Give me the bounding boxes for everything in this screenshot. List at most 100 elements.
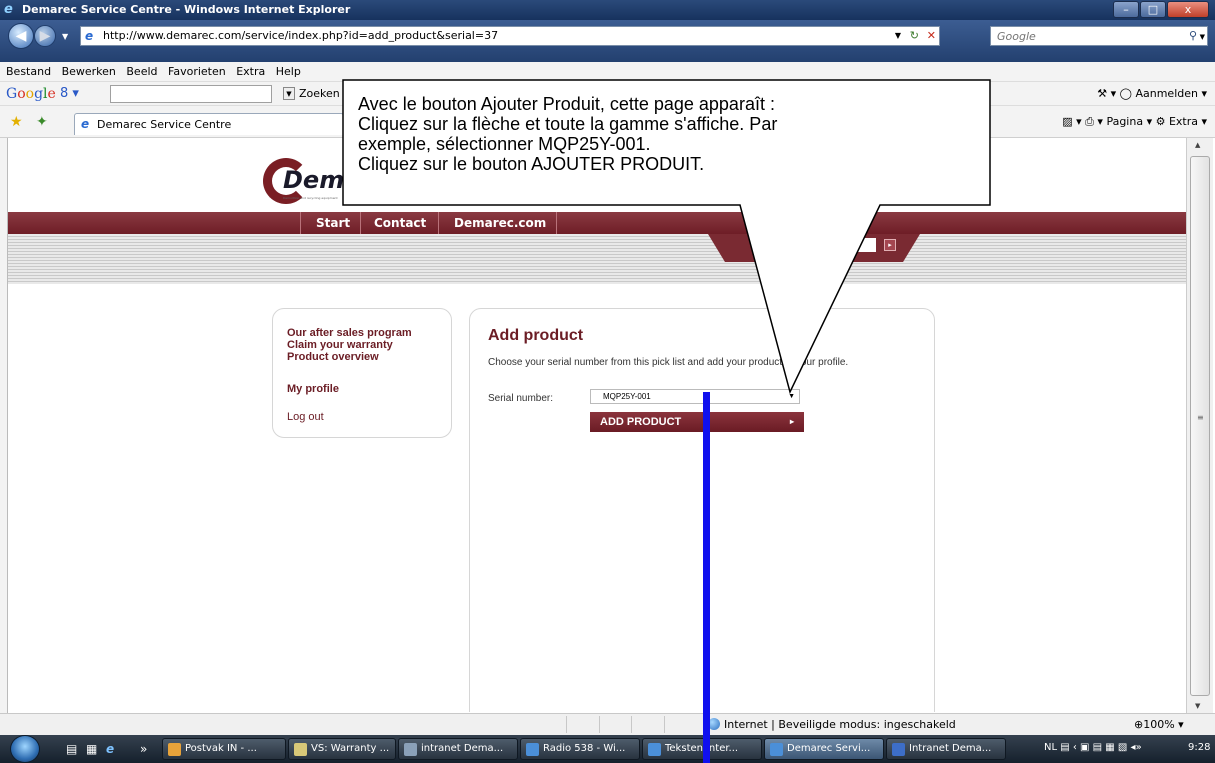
maximize-button[interactable]: □ bbox=[1140, 1, 1166, 18]
tab-demarec-service-centre[interactable]: e Demarec Service Centre bbox=[74, 113, 344, 135]
demarec-logo[interactable]: Demarec Demolition and recycling equipme… bbox=[263, 158, 403, 204]
window-title-bar[interactable]: e Demarec Service Centre - Windows Inter… bbox=[0, 0, 1215, 20]
serial-number-label: Serial number: bbox=[488, 393, 554, 404]
add-favorite-icon[interactable]: ✦ bbox=[36, 114, 48, 130]
web-page: Demarec Demolition and recycling equipme… bbox=[8, 138, 1186, 712]
scroll-down-icon[interactable]: ▼ bbox=[1195, 702, 1200, 710]
word-icon bbox=[892, 743, 905, 756]
search-box[interactable]: ⚲ ▼ bbox=[990, 26, 1208, 46]
taskbar-button-demarec[interactable]: Demarec Servi... bbox=[764, 738, 884, 760]
menu-favorieten[interactable]: Favorieten bbox=[168, 62, 226, 82]
sidebar-item-after-sales[interactable]: Our after sales program bbox=[287, 327, 412, 339]
zoom-level[interactable]: ⊕100% ▾ bbox=[1134, 718, 1184, 731]
sidebar-item-log-out[interactable]: Log out bbox=[287, 411, 324, 423]
add-product-button[interactable]: ADD PRODUCT ▸ bbox=[590, 412, 804, 432]
taskbar-button-warranty[interactable]: VS: Warranty ... bbox=[288, 738, 396, 760]
sidebar-card: Our after sales program Claim your warra… bbox=[272, 308, 452, 438]
nav-separator bbox=[556, 212, 557, 234]
chevron-down-icon[interactable]: ▼ bbox=[788, 390, 795, 403]
menu-bar: Bestand Bewerken Beeld Favorieten Extra … bbox=[0, 62, 1215, 82]
search-icon[interactable]: ⚲ bbox=[1189, 27, 1197, 45]
window-frame-left bbox=[0, 138, 8, 713]
ie-icon bbox=[526, 743, 539, 756]
quicklaunch-more-icon[interactable]: » bbox=[140, 742, 147, 756]
login-submit-button[interactable]: ▸ bbox=[884, 239, 896, 251]
back-button[interactable]: ◀ bbox=[8, 23, 34, 49]
search-input[interactable] bbox=[991, 27, 1161, 45]
command-bar-tools[interactable]: ▨ ▾ ⎙ ▾ Pagina ▾ ⚙ Extra ▾ bbox=[1062, 115, 1207, 129]
menu-extra[interactable]: Extra bbox=[236, 62, 265, 82]
taskbar-button-radio538[interactable]: Radio 538 - Wi... bbox=[520, 738, 640, 760]
add-product-card: Add product Choose your serial number fr… bbox=[469, 308, 935, 712]
callout-line: Avec le bouton Ajouter Produit, cette pa… bbox=[358, 94, 775, 114]
ie-quicklaunch-icon[interactable]: e bbox=[106, 742, 114, 756]
minimize-button[interactable]: – bbox=[1113, 1, 1139, 18]
nav-separator bbox=[360, 212, 361, 234]
search-options-dropdown-icon[interactable]: ▼ bbox=[1200, 28, 1205, 46]
google-search-field[interactable] bbox=[110, 85, 272, 103]
arrow-right-icon: ▸ bbox=[789, 417, 794, 426]
header-stripes bbox=[8, 234, 1186, 284]
nav-start[interactable]: Start bbox=[316, 216, 350, 230]
nav-demarec-com[interactable]: Demarec.com bbox=[454, 216, 546, 230]
address-bar[interactable]: e http://www.demarec.com/service/index.p… bbox=[80, 26, 940, 46]
favorites-star-icon[interactable]: ★ bbox=[10, 114, 23, 130]
menu-beeld[interactable]: Beeld bbox=[126, 62, 157, 82]
window-controls: – □ x bbox=[1112, 1, 1209, 19]
tab-page-icon: e bbox=[81, 117, 90, 131]
clock[interactable]: 9:28 bbox=[1188, 742, 1210, 753]
site-nav: Start Contact Demarec.com bbox=[8, 212, 1186, 234]
nav-separator bbox=[438, 212, 439, 234]
system-tray[interactable]: NL ▤ ‹ ▣ ▤ ▦ ▧ ◂» bbox=[1044, 742, 1142, 753]
callout-text: Avec le bouton Ajouter Produit, cette pa… bbox=[358, 94, 990, 174]
google-signin-tools[interactable]: ⚒ ▾ ◯ Aanmelden ▾ bbox=[1097, 87, 1207, 100]
scrollbar-grip-icon: ≡ bbox=[1197, 413, 1204, 422]
refresh-icon[interactable]: ↻ bbox=[910, 27, 919, 45]
nav-contact[interactable]: Contact bbox=[374, 216, 426, 230]
page-icon: e bbox=[85, 29, 94, 43]
google-options-button[interactable]: 8 ▾ bbox=[60, 86, 79, 101]
login-input[interactable] bbox=[858, 238, 876, 252]
scrollbar-thumb[interactable] bbox=[1190, 156, 1210, 696]
google-zoeken-button[interactable]: Zoeken bbox=[299, 87, 340, 100]
security-zone-text[interactable]: Internet | Beveiligde modus: ingeschakel… bbox=[724, 718, 956, 731]
status-bar: Internet | Beveiligde modus: ingeschakel… bbox=[0, 713, 1215, 735]
taskbar: ▤ ▦ e » Postvak IN - ... VS: Warranty ..… bbox=[0, 735, 1215, 763]
sidebar-item-my-profile[interactable]: My profile bbox=[287, 383, 339, 395]
switch-windows-icon[interactable]: ▦ bbox=[86, 742, 97, 756]
menu-bewerken[interactable]: Bewerken bbox=[62, 62, 116, 82]
sidebar-item-claim-warranty[interactable]: Claim your warranty bbox=[287, 339, 393, 351]
nav-separator bbox=[300, 212, 301, 234]
vertical-scrollbar[interactable]: ▲ ≡ ▼ bbox=[1186, 138, 1213, 713]
taskbar-button-intranet[interactable]: intranet Dema... bbox=[398, 738, 518, 760]
scroll-up-icon[interactable]: ▲ bbox=[1195, 141, 1200, 149]
recent-pages-dropdown-icon[interactable]: ▼ bbox=[62, 32, 68, 41]
sidebar-item-product-overview[interactable]: Product overview bbox=[287, 351, 379, 363]
serial-number-select[interactable]: MQP25Y-001 ▼ bbox=[590, 389, 800, 404]
status-cells bbox=[566, 716, 696, 733]
ie-icon bbox=[770, 743, 783, 756]
outlook-icon bbox=[168, 743, 181, 756]
add-product-label: ADD PRODUCT bbox=[600, 416, 682, 428]
mail-icon bbox=[294, 743, 307, 756]
window-title: Demarec Service Centre - Windows Interne… bbox=[22, 3, 351, 16]
annotation-pointer-line bbox=[703, 392, 710, 763]
taskbar-button-teksten[interactable]: Teksten inter... bbox=[642, 738, 762, 760]
menu-help[interactable]: Help bbox=[276, 62, 301, 82]
taskbar-button-outlook[interactable]: Postvak IN - ... bbox=[162, 738, 286, 760]
taskbar-button-intranet-word[interactable]: Intranet Dema... bbox=[886, 738, 1006, 760]
url-text[interactable]: http://www.demarec.com/service/index.php… bbox=[103, 27, 498, 45]
close-button[interactable]: x bbox=[1167, 1, 1209, 18]
menu-bestand[interactable]: Bestand bbox=[6, 62, 51, 82]
tab-label: Demarec Service Centre bbox=[97, 118, 232, 131]
address-dropdown-icon[interactable]: ▼ bbox=[895, 27, 901, 45]
show-desktop-icon[interactable]: ▤ bbox=[66, 742, 77, 756]
ie-logo-icon: e bbox=[4, 2, 13, 17]
stop-icon[interactable]: ✕ bbox=[927, 27, 936, 45]
folder-icon bbox=[404, 743, 417, 756]
forward-button[interactable]: ▶ bbox=[34, 25, 56, 47]
page-title: Add product bbox=[488, 327, 584, 344]
google-dropdown-icon[interactable]: ▼ bbox=[283, 87, 295, 100]
start-button[interactable] bbox=[10, 735, 40, 763]
callout-line: Cliquez sur la flèche et toute la gamme … bbox=[358, 114, 778, 134]
